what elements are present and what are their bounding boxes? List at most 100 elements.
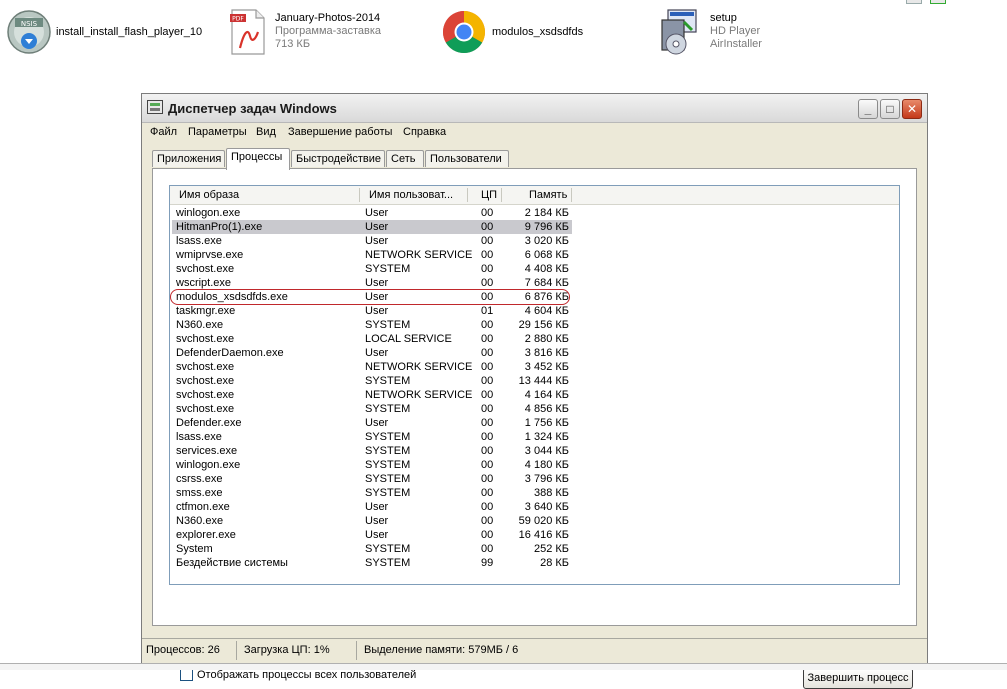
show-all-users-label[interactable]: Отображать процессы всех пользователей [197, 669, 416, 681]
close-icon: ✕ [906, 102, 918, 116]
process-cpu: 00 [481, 235, 494, 247]
maximize-button[interactable]: □ [880, 99, 900, 119]
process-row[interactable]: Defender.exe User 00 1 756 КБ [172, 416, 572, 430]
menu-bar: Файл Параметры Вид Завершение работы Спр… [142, 123, 927, 143]
status-divider [236, 641, 237, 660]
process-user-name: NETWORK SERVICE [365, 361, 473, 373]
process-row[interactable]: winlogon.exe SYSTEM 00 4 180 КБ [172, 458, 572, 472]
process-memory: 59 020 КБ [518, 515, 569, 527]
process-cpu: 00 [481, 333, 494, 345]
process-cpu: 00 [481, 487, 494, 499]
process-memory: 3 640 КБ [524, 501, 569, 513]
tab-network[interactable]: Сеть [386, 150, 424, 167]
process-row[interactable]: csrss.exe SYSTEM 00 3 796 КБ [172, 472, 572, 486]
tab-processes[interactable]: Процессы [226, 148, 290, 170]
process-row[interactable]: wmiprvse.exe NETWORK SERVICE 00 6 068 КБ [172, 248, 572, 262]
process-memory: 13 444 КБ [518, 375, 569, 387]
process-row[interactable]: svchost.exe NETWORK SERVICE 00 3 452 КБ [172, 360, 572, 374]
process-row[interactable]: ctfmon.exe User 00 3 640 КБ [172, 500, 572, 514]
process-row[interactable]: winlogon.exe User 00 2 184 КБ [172, 206, 572, 220]
process-memory: 1 756 КБ [524, 417, 569, 429]
process-row[interactable]: wscript.exe User 00 7 684 КБ [172, 276, 572, 290]
column-divider[interactable] [571, 188, 572, 202]
process-memory: 7 684 КБ [524, 277, 569, 289]
tab-users[interactable]: Пользователи [425, 150, 509, 167]
process-row[interactable]: N360.exe SYSTEM 00 29 156 КБ [172, 318, 572, 332]
process-image-name: services.exe [176, 445, 238, 457]
process-user-name: SYSTEM [365, 375, 411, 387]
process-cpu: 00 [481, 263, 494, 275]
desktop-icon-modulos[interactable]: modulos_xsdsdfds [442, 8, 602, 68]
process-image-name: Defender.exe [176, 417, 242, 429]
process-row[interactable]: Бездействие системы SYSTEM 99 28 КБ [172, 556, 572, 570]
process-row[interactable]: taskmgr.exe User 01 4 604 КБ [172, 304, 572, 318]
installer-disc-icon: NSIS [7, 10, 51, 54]
process-row[interactable]: HitmanPro(1).exe User 00 9 796 КБ [172, 220, 572, 234]
tab-performance[interactable]: Быстродействие [291, 150, 385, 167]
column-divider[interactable] [501, 188, 502, 202]
menu-help[interactable]: Справка [403, 126, 446, 138]
process-cpu: 00 [481, 431, 494, 443]
chrome-icon [442, 10, 486, 54]
process-image-name: ctfmon.exe [176, 501, 230, 513]
menu-shutdown[interactable]: Завершение работы [288, 126, 392, 138]
process-memory: 4 604 КБ [524, 305, 569, 317]
desktop-icon-flash-installer[interactable]: NSIS install_install_flash_player_10 [6, 8, 216, 68]
process-image-name: N360.exe [176, 515, 224, 527]
process-row[interactable]: smss.exe SYSTEM 00 388 КБ [172, 486, 572, 500]
process-row[interactable]: svchost.exe SYSTEM 00 13 444 КБ [172, 374, 572, 388]
process-list[interactable]: Имя образа Имя пользоват... ЦП Память wi… [169, 185, 900, 585]
process-row[interactable]: services.exe SYSTEM 00 3 044 КБ [172, 444, 572, 458]
minimize-button[interactable]: _ [858, 99, 878, 119]
process-cpu: 00 [481, 529, 494, 541]
process-cpu: 00 [481, 207, 494, 219]
title-bar[interactable]: Диспетчер задач Windows _ □ ✕ [142, 94, 927, 123]
process-user-name: User [365, 529, 389, 541]
process-row[interactable]: lsass.exe User 00 3 020 КБ [172, 234, 572, 248]
desktop-icon-setup[interactable]: setup HD Player AirInstaller [656, 8, 786, 68]
column-divider[interactable] [467, 188, 468, 202]
status-bar: Процессов: 26 Загрузка ЦП: 1% Выделение … [142, 638, 927, 663]
process-user-name: SYSTEM [365, 557, 411, 569]
menu-options[interactable]: Параметры [188, 126, 247, 138]
process-cpu: 00 [481, 389, 494, 401]
column-header-cpu[interactable]: ЦП [481, 189, 497, 201]
process-row[interactable]: System SYSTEM 00 252 КБ [172, 542, 572, 556]
process-row[interactable]: N360.exe User 00 59 020 КБ [172, 514, 572, 528]
process-memory: 2 184 КБ [524, 207, 569, 219]
process-memory: 252 КБ [533, 543, 569, 555]
process-image-name: N360.exe [176, 319, 224, 331]
process-image-name: Бездействие системы [176, 557, 288, 569]
desktop-icon-january-photos[interactable]: PDF January-Photos-2014 Программа-застав… [228, 8, 398, 68]
process-row[interactable]: DefenderDaemon.exe User 00 3 816 КБ [172, 346, 572, 360]
process-memory: 4 180 КБ [524, 459, 569, 471]
process-row[interactable]: svchost.exe LOCAL SERVICE 00 2 880 КБ [172, 332, 572, 346]
close-button[interactable]: ✕ [902, 99, 922, 119]
process-image-name: wmiprvse.exe [176, 249, 244, 261]
column-header-memory[interactable]: Память [529, 189, 567, 201]
tab-applications[interactable]: Приложения [152, 150, 225, 167]
process-image-name: svchost.exe [176, 361, 235, 373]
column-divider[interactable] [359, 188, 360, 202]
minimize-icon: _ [864, 102, 872, 116]
process-user-name: User [365, 277, 389, 289]
process-user-name: User [365, 235, 389, 247]
process-memory: 3 796 КБ [524, 473, 569, 485]
process-row[interactable]: explorer.exe User 00 16 416 КБ [172, 528, 572, 542]
process-cpu: 00 [481, 473, 494, 485]
process-user-name: NETWORK SERVICE [365, 389, 473, 401]
column-header-user-name[interactable]: Имя пользоват... [369, 189, 453, 201]
column-header-image-name[interactable]: Имя образа [179, 189, 239, 201]
process-row[interactable]: svchost.exe SYSTEM 00 4 408 КБ [172, 262, 572, 276]
svg-text:PDF: PDF [232, 16, 244, 23]
process-image-name: explorer.exe [176, 529, 236, 541]
menu-view[interactable]: Вид [256, 126, 276, 138]
process-memory: 6 068 КБ [524, 249, 569, 261]
process-list-header: Имя образа Имя пользоват... ЦП Память [170, 186, 899, 205]
process-row[interactable]: svchost.exe NETWORK SERVICE 00 4 164 КБ [172, 388, 572, 402]
end-process-button[interactable]: Завершить процесс [803, 668, 913, 689]
process-row[interactable]: svchost.exe SYSTEM 00 4 856 КБ [172, 402, 572, 416]
menu-file[interactable]: Файл [150, 126, 177, 138]
process-memory: 9 796 КБ [524, 221, 569, 233]
process-row[interactable]: lsass.exe SYSTEM 00 1 324 КБ [172, 430, 572, 444]
